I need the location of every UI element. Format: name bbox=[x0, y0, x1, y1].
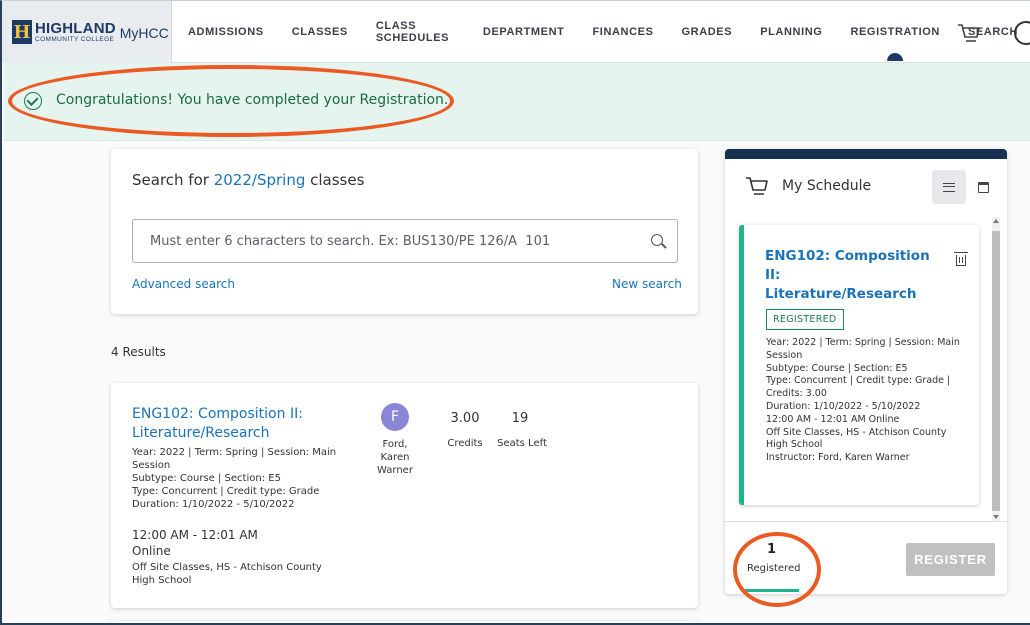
result-card: ENG102: Composition II: Literature/Resea… bbox=[111, 383, 698, 608]
schedule-panel: My Schedule ENG102: Composition II: Lite… bbox=[725, 149, 1007, 594]
scroll-up-arrow-icon[interactable] bbox=[993, 219, 999, 223]
instructor-name: Ford, Karen Warner bbox=[377, 439, 413, 476]
result-course-location: Off Site Classes, HS - Atchison County H… bbox=[132, 562, 322, 586]
nav-item-planning[interactable]: PLANNING bbox=[746, 1, 836, 63]
annotation-ellipse-registered bbox=[733, 532, 821, 607]
schedule-course-card: ENG102: Composition II: Literature/Resea… bbox=[739, 225, 979, 505]
nav-item-classes[interactable]: CLASSES bbox=[278, 1, 362, 63]
trash-icon[interactable] bbox=[954, 252, 968, 266]
advanced-search-link[interactable]: Advanced search bbox=[132, 277, 235, 291]
search-title: Search for 2022/Spring classes bbox=[132, 171, 364, 189]
credits-value: 3.00 bbox=[450, 411, 480, 426]
result-course-mode: Online bbox=[132, 544, 171, 558]
search-card: Search for 2022/Spring classes Advanced … bbox=[111, 149, 698, 314]
register-button[interactable]: REGISTER bbox=[906, 543, 995, 576]
app-name: MyHCC bbox=[119, 25, 169, 41]
calendar-icon bbox=[977, 181, 989, 193]
new-search-link[interactable]: New search bbox=[612, 277, 682, 291]
seats-value: 19 bbox=[511, 411, 529, 426]
list-icon bbox=[943, 182, 955, 192]
instructor-avatar: F bbox=[381, 403, 409, 431]
logo-name: HIGHLAND bbox=[35, 19, 116, 37]
status-badge: REGISTERED bbox=[766, 309, 844, 330]
schedule-cart-icon bbox=[746, 177, 768, 195]
search-term: 2022/Spring bbox=[213, 171, 306, 189]
seats-label: Seats Left bbox=[497, 438, 547, 449]
credits-label: Credits bbox=[447, 438, 483, 449]
schedule-scrollbar[interactable] bbox=[992, 217, 1000, 522]
logo-subtitle: COMMUNITY COLLEGE bbox=[35, 35, 115, 43]
schedule-view-toggle bbox=[932, 170, 1000, 204]
scrollbar-thumb[interactable] bbox=[992, 231, 1000, 511]
schedule-course-meta: Year: 2022 | Term: Spring | Session: Mai… bbox=[766, 337, 960, 464]
result-course-time: 12:00 AM - 12:01 AM bbox=[132, 528, 258, 542]
scroll-down-arrow-icon[interactable] bbox=[993, 515, 999, 519]
cart-icon[interactable] bbox=[957, 23, 981, 45]
annotation-ellipse-banner bbox=[8, 65, 454, 137]
logo-mark: H bbox=[12, 20, 32, 44]
calendar-view-button[interactable] bbox=[966, 170, 1000, 204]
top-navigation: H HIGHLAND COMMUNITY COLLEGE MyHCC ADMIS… bbox=[2, 1, 1030, 63]
search-icon[interactable] bbox=[651, 234, 663, 246]
nav-item-department[interactable]: DEPARTMENT bbox=[469, 1, 579, 63]
result-course-title[interactable]: ENG102: Composition II: Literature/Resea… bbox=[132, 405, 352, 443]
search-title-prefix: Search for bbox=[132, 171, 209, 189]
nav-item-admissions[interactable]: ADMISSIONS bbox=[174, 1, 278, 63]
result-course-meta: Year: 2022 | Term: Spring | Session: Mai… bbox=[132, 447, 337, 510]
result-course-schedule: 12:00 AM - 12:01 AM Online bbox=[132, 527, 258, 559]
nav-item-grades[interactable]: GRADES bbox=[668, 1, 747, 63]
search-input[interactable] bbox=[132, 219, 678, 263]
nav-item-finances[interactable]: FINANCES bbox=[578, 1, 667, 63]
brand-logo[interactable]: H HIGHLAND COMMUNITY COLLEGE MyHCC bbox=[2, 1, 172, 63]
search-title-suffix: classes bbox=[310, 171, 365, 189]
result-card-next bbox=[111, 621, 698, 623]
schedule-panel-topbar bbox=[725, 149, 1007, 159]
schedule-title: My Schedule bbox=[782, 178, 872, 194]
nav-item-registration[interactable]: REGISTRATION bbox=[836, 1, 954, 63]
schedule-course-title[interactable]: ENG102: Composition II: Literature/Resea… bbox=[765, 247, 935, 304]
logo-text: HIGHLAND COMMUNITY COLLEGE bbox=[35, 21, 116, 44]
schedule-footer-divider bbox=[725, 521, 1007, 522]
list-view-button[interactable] bbox=[932, 170, 966, 204]
nav-menu: ADMISSIONS CLASSES CLASS SCHEDULES DEPAR… bbox=[174, 1, 1030, 63]
results-count: 4 Results bbox=[111, 345, 166, 359]
nav-item-class-schedules[interactable]: CLASS SCHEDULES bbox=[362, 1, 469, 63]
app-frame: H HIGHLAND COMMUNITY COLLEGE MyHCC ADMIS… bbox=[0, 0, 1030, 625]
